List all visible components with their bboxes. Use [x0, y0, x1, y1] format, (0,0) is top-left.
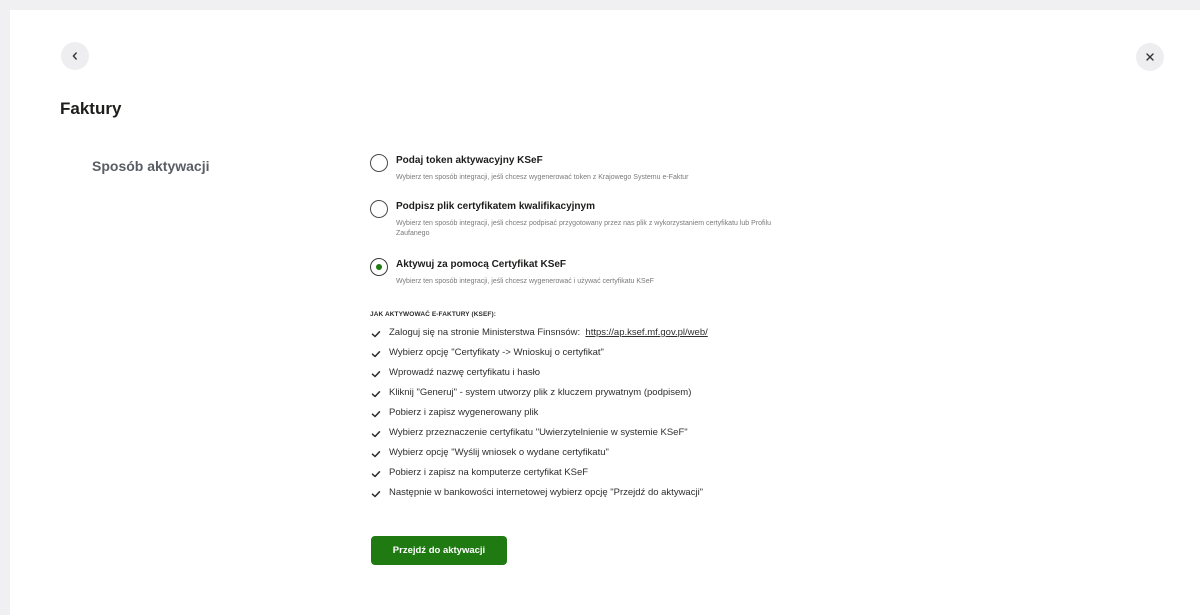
howto-header: JAK AKTYWOWAĆ E-FAKTURY (KSEF): — [370, 311, 496, 318]
page-title: Faktury — [60, 99, 122, 118]
check-icon — [371, 351, 381, 358]
option-description: Wybierz ten sposób integracji, jeśli chc… — [396, 220, 771, 237]
chevron-left-icon — [72, 52, 77, 60]
activation-method-label: Sposób aktywacji — [92, 158, 210, 174]
check-icon — [371, 431, 381, 438]
check-icon — [371, 331, 381, 338]
proceed-to-activation-button[interactable]: Przejdź do aktywacji — [371, 536, 507, 565]
option-title: Aktywuj za pomocą Certyfikat KSeF — [396, 259, 567, 270]
option-description: Wybierz ten sposób integracji, jeśli chc… — [396, 174, 689, 181]
radio-ksef-certificate[interactable] — [370, 258, 388, 276]
step-text: Pobierz i zapisz wygenerowany plik — [389, 407, 539, 418]
check-icon — [371, 471, 381, 478]
step-text: Następnie w bankowości internetowej wybi… — [389, 487, 704, 498]
step-text: Wybierz opcję "Wyślij wniosek o wydane c… — [389, 447, 609, 458]
step-text: Zaloguj się na stronie Ministerstwa Fins… — [389, 327, 581, 338]
step-text: Pobierz i zapisz na komputerze certyfika… — [389, 467, 589, 478]
check-icon — [371, 391, 381, 398]
option-description: Wybierz ten sposób integracji, jeśli chc… — [396, 278, 654, 285]
radio-ksef-token[interactable] — [370, 154, 388, 172]
check-icon — [371, 411, 381, 418]
close-button[interactable] — [1136, 43, 1164, 71]
radio-qualified-certificate[interactable] — [370, 200, 388, 218]
back-button[interactable] — [61, 42, 89, 70]
step-text: Wybierz przeznaczenie certyfikatu "Uwier… — [389, 427, 688, 438]
main-panel: Faktury Sposób aktywacji Podaj token akt… — [10, 10, 1200, 615]
check-icon — [371, 371, 381, 378]
step-text: Wybierz opcję "Certyfikaty -> Wnioskuj o… — [389, 347, 604, 358]
ksef-portal-link[interactable]: https://ap.ksef.mf.gov.pl/web/ — [585, 327, 707, 338]
close-icon — [1146, 53, 1154, 61]
check-icon — [371, 451, 381, 458]
step-text: Kliknij "Generuj" - system utworzy plik … — [389, 387, 692, 398]
check-icon — [371, 491, 381, 498]
step-text: Wprowadź nazwę certyfikatu i hasło — [389, 367, 541, 378]
option-title: Podaj token aktywacyjny KSeF — [396, 155, 543, 166]
option-title: Podpisz plik certyfikatem kwalifikacyjny… — [396, 201, 595, 212]
